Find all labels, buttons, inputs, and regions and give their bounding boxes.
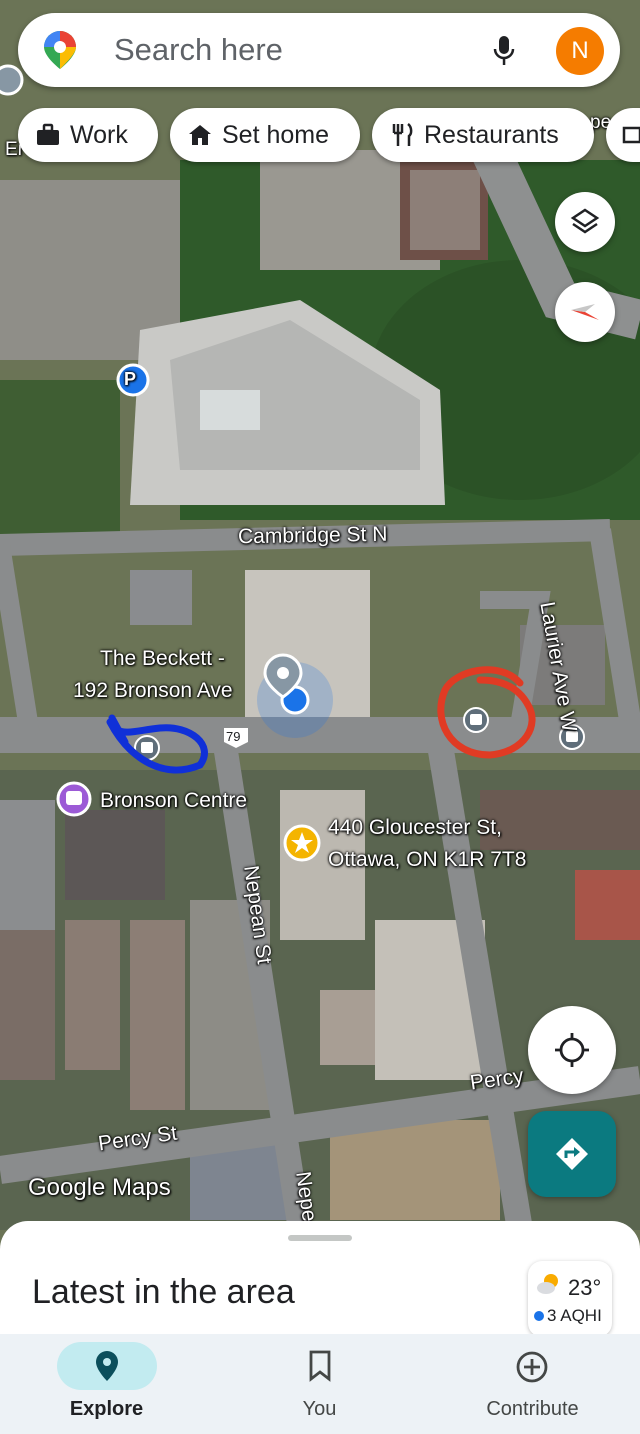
- directions-icon: [556, 1138, 588, 1170]
- aqhi-dot: [534, 1311, 544, 1321]
- place-label-address-line1[interactable]: 440 Gloucester St,: [328, 816, 502, 840]
- place-label-bronson-centre[interactable]: Bronson Centre: [100, 789, 247, 813]
- place-label-beckett[interactable]: The Beckett -: [100, 647, 225, 671]
- place-label-beckett-address[interactable]: 192 Bronson Ave: [73, 679, 233, 703]
- venue-marker-icon[interactable]: [56, 781, 92, 817]
- sheet-title: Latest in the area: [32, 1273, 295, 1311]
- google-maps-watermark: Google Maps: [28, 1174, 171, 1201]
- route-number: 79: [226, 729, 241, 744]
- fork-knife-icon: [392, 123, 413, 146]
- location-pin-icon: [96, 1351, 118, 1381]
- chip-work[interactable]: Work: [18, 108, 158, 162]
- nav-label: Explore: [69, 1398, 144, 1420]
- bottom-sheet[interactable]: Latest in the area 23° 3 AQHI: [0, 1221, 640, 1341]
- account-avatar[interactable]: N: [556, 27, 604, 75]
- compass-icon: [571, 304, 599, 320]
- bottom-navigation: Explore You Contribute: [0, 1334, 640, 1434]
- street-label-cambridge: Cambridge St N: [237, 522, 388, 549]
- home-icon: [189, 125, 211, 145]
- nav-explore[interactable]: Explore: [0, 1334, 213, 1434]
- weather-widget[interactable]: 23° 3 AQHI: [528, 1261, 612, 1337]
- nav-label: You: [302, 1398, 337, 1420]
- crosshair-icon: [555, 1033, 589, 1067]
- star-marker-icon[interactable]: [283, 824, 321, 862]
- cafe-icon: [622, 126, 640, 144]
- bookmark-icon: [309, 1350, 331, 1382]
- place-label-address-line2[interactable]: Ottawa, ON K1R 7T8: [328, 848, 526, 872]
- search-bar[interactable]: Search here N: [18, 13, 620, 87]
- add-circle-icon: [516, 1351, 548, 1383]
- layers-button[interactable]: [555, 192, 615, 252]
- nav-contribute[interactable]: Contribute: [426, 1334, 639, 1434]
- briefcase-icon: [37, 123, 59, 145]
- nav-label: Contribute: [486, 1398, 579, 1420]
- search-input[interactable]: Search here: [114, 13, 283, 87]
- chip-label: Set home: [222, 121, 330, 149]
- drag-handle[interactable]: [288, 1235, 352, 1241]
- chip-label: Work: [70, 121, 128, 149]
- chip-restaurants[interactable]: Restaurants: [372, 108, 594, 162]
- chip-label: Restaurants: [424, 121, 559, 149]
- parking-label: P: [124, 369, 137, 389]
- compass-button[interactable]: [555, 282, 615, 342]
- directions-button[interactable]: [528, 1111, 616, 1197]
- layers-icon: [570, 208, 600, 234]
- google-maps-logo-icon: [44, 31, 76, 69]
- chip-set-home[interactable]: Set home: [170, 108, 360, 162]
- partly-sunny-icon: [537, 1274, 558, 1294]
- my-location-button[interactable]: [528, 1006, 616, 1094]
- aqhi-value: 3 AQHI: [547, 1306, 602, 1325]
- bus-stop-icon[interactable]: [463, 707, 489, 733]
- microphone-icon[interactable]: [492, 35, 516, 67]
- nav-you[interactable]: You: [213, 1334, 426, 1434]
- temperature: 23°: [568, 1275, 602, 1300]
